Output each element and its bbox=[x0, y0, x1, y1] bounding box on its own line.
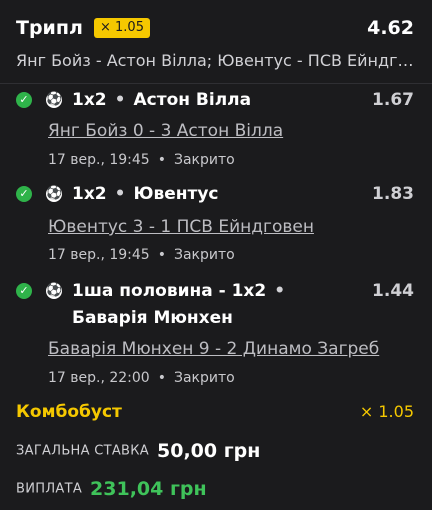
soccer-ball-icon: ⚽ bbox=[46, 92, 63, 108]
event-time: 17 вер., 19:45 bbox=[48, 247, 150, 263]
soccer-ball-icon: ⚽ bbox=[46, 283, 63, 299]
divider bbox=[0, 83, 432, 84]
bet-type-title: Трипл bbox=[16, 17, 83, 39]
total-stake-row: ЗАГАЛЬНА СТАВКА 50,00 грн bbox=[16, 440, 260, 466]
market-name: 1x2 bbox=[72, 184, 107, 204]
total-stake-label: ЗАГАЛЬНА СТАВКА bbox=[16, 443, 149, 459]
boost-badge: × 1.05 bbox=[94, 18, 150, 38]
pick-name: Баварія Мюнхен bbox=[72, 308, 233, 328]
pick-name: Ювентус bbox=[133, 184, 219, 204]
payout-label: ВИПЛАТА bbox=[16, 481, 83, 497]
event-time: 17 вер., 22:00 bbox=[48, 370, 150, 386]
check-circle-icon: ✓ bbox=[16, 186, 32, 202]
bet-header: Трипл × 1.05 4.62 bbox=[16, 14, 414, 42]
event-status: Закрито bbox=[173, 247, 235, 263]
event-meta: 17 вер., 22:00 • Закрито bbox=[48, 368, 235, 388]
event-link[interactable]: Янг Бойз 0 - 3 Астон Вілла bbox=[48, 120, 283, 142]
selection-market: 1ша половина - 1x2 • bbox=[72, 279, 293, 303]
check-circle-icon: ✓ bbox=[16, 92, 32, 108]
pick-name: Астон Вілла bbox=[133, 90, 252, 110]
soccer-ball-icon: ⚽ bbox=[46, 186, 63, 202]
selection-market: 1x2 • Астон Вілла bbox=[72, 88, 251, 112]
selection-odds: 1.83 bbox=[372, 184, 414, 204]
combo-boost-value: × 1.05 bbox=[359, 402, 414, 421]
payout-row: ВИПЛАТА 231,04 грн bbox=[16, 478, 207, 504]
separator: • bbox=[157, 152, 166, 168]
combo-boost-row: Комбобуст × 1.05 bbox=[16, 400, 414, 424]
event-status: Закрито bbox=[173, 152, 235, 168]
market-name: 1ша половина - 1x2 bbox=[72, 281, 267, 301]
separator: • bbox=[157, 370, 166, 386]
separator: • bbox=[114, 90, 126, 110]
combo-boost-label: Комбобуст bbox=[16, 402, 122, 422]
event-link[interactable]: Баварія Мюнхен 9 - 2 Динамо Загреб bbox=[48, 338, 379, 360]
check-circle-icon: ✓ bbox=[16, 283, 32, 299]
separator: • bbox=[157, 247, 166, 263]
event-time: 17 вер., 19:45 bbox=[48, 152, 150, 168]
event-meta: 17 вер., 19:45 • Закрито bbox=[48, 245, 235, 265]
selection-odds: 1.67 bbox=[372, 90, 414, 110]
total-stake-value: 50,00 грн bbox=[157, 440, 261, 462]
selection-odds: 1.44 bbox=[372, 281, 414, 301]
event-meta: 17 вер., 19:45 • Закрито bbox=[48, 150, 235, 170]
market-name: 1x2 bbox=[72, 90, 107, 110]
event-link[interactable]: Ювентус 3 - 1 ПСВ Ейндговен bbox=[48, 216, 314, 238]
payout-value: 231,04 грн bbox=[90, 478, 207, 500]
event-status: Закрито bbox=[173, 370, 235, 386]
bet-summary: Янг Бойз - Астон Вілла; Ювентус - ПСВ Ей… bbox=[16, 51, 416, 70]
total-odds: 4.62 bbox=[367, 17, 414, 39]
separator: • bbox=[114, 184, 126, 204]
separator: • bbox=[274, 281, 286, 301]
selection-market: 1x2 • Ювентус bbox=[72, 182, 219, 206]
